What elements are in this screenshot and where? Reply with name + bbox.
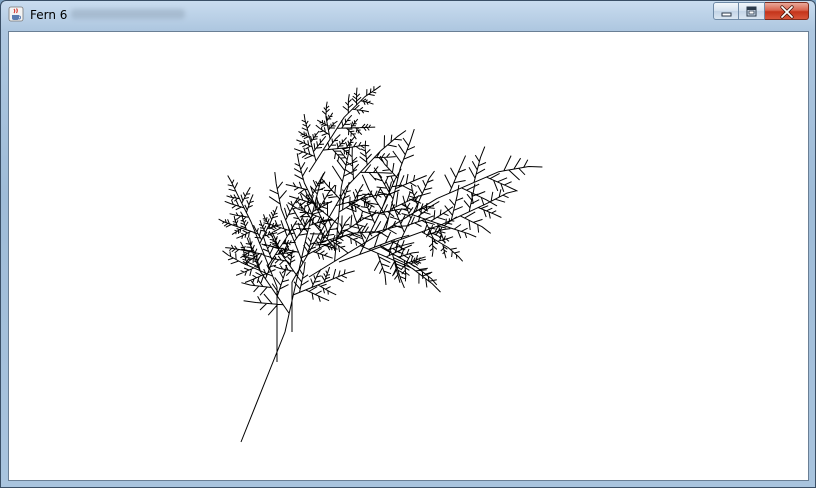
minimize-button[interactable]	[713, 2, 739, 20]
drawing-canvas	[8, 31, 809, 481]
maximize-button[interactable]	[739, 2, 765, 20]
window-controls	[713, 2, 809, 21]
maximize-icon	[746, 6, 757, 17]
app-window: Fern 6	[0, 0, 816, 488]
title-blur	[71, 9, 185, 19]
title-bar[interactable]: Fern 6	[1, 1, 815, 29]
java-cup-icon[interactable]	[8, 6, 24, 22]
close-icon	[780, 5, 794, 19]
fern-strokes	[218, 85, 543, 443]
fern-drawing	[218, 85, 543, 443]
close-button[interactable]	[765, 2, 809, 20]
window-title: Fern 6	[30, 8, 68, 22]
minimize-icon	[721, 12, 732, 17]
